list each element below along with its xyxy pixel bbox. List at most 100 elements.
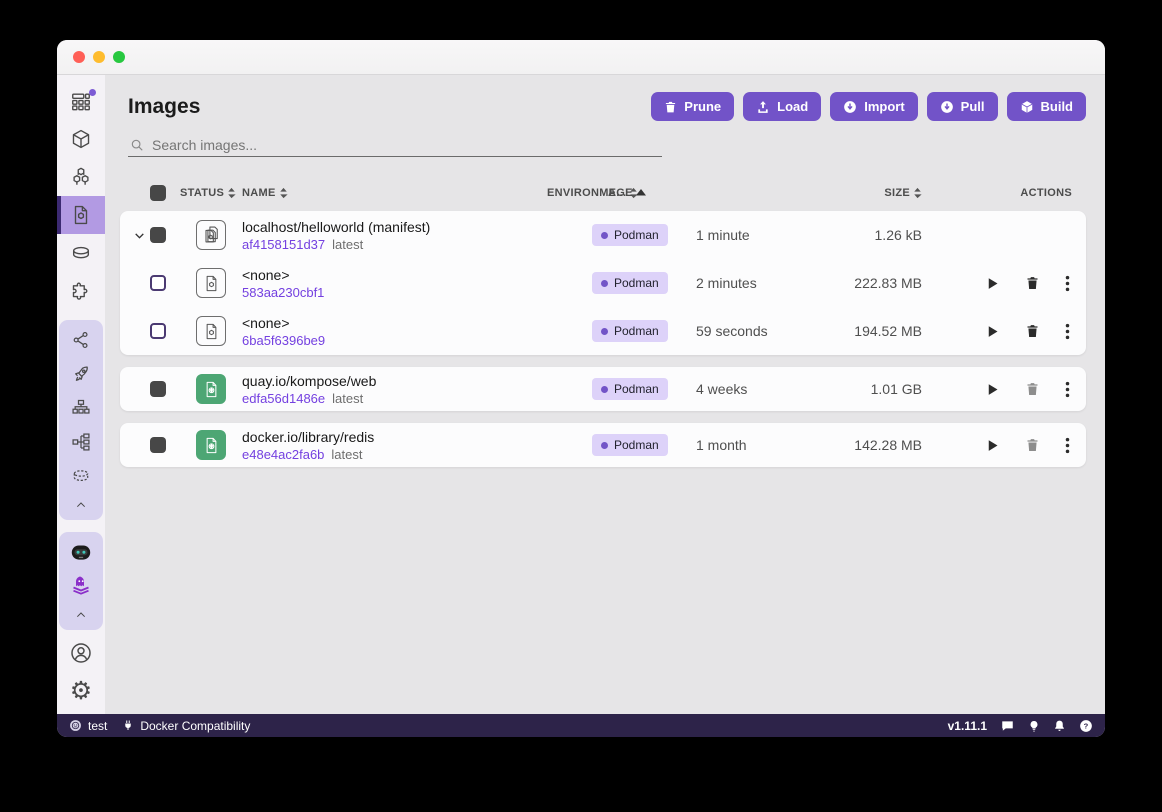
sidebar-item-pods[interactable]: [57, 158, 105, 196]
volume-disk-icon: [70, 242, 92, 264]
svg-text:?: ?: [1084, 721, 1089, 730]
sidebar-item-settings[interactable]: ⚙: [57, 672, 105, 710]
zoom-window-button[interactable]: [113, 51, 125, 63]
row-checkbox[interactable]: [150, 227, 166, 243]
gear-icon: ⚙: [70, 679, 92, 704]
extension-group-kind: [59, 320, 103, 520]
delete-image-button[interactable]: [1025, 275, 1040, 291]
column-header-status[interactable]: STATUS: [180, 187, 224, 199]
sidebar-item-images[interactable]: [57, 196, 105, 234]
podman-dot-icon: [601, 386, 608, 393]
table-row[interactable]: <none> 583aa230cbf1 Podman 2 minutes 222…: [128, 259, 1072, 307]
lightbulb-icon[interactable]: [1028, 719, 1040, 733]
plug-icon: [122, 719, 134, 732]
app-window: ⚙ Images Prune: [57, 40, 1105, 737]
used-image-icon: [196, 374, 226, 404]
docker-compatibility-status[interactable]: Docker Compatibility: [122, 719, 250, 733]
used-image-icon: [196, 430, 226, 460]
sidebar: ⚙: [57, 75, 105, 714]
select-all-checkbox[interactable]: [150, 185, 166, 201]
image-tag: latest: [331, 447, 362, 462]
image-id-link[interactable]: 6ba5f6396be9: [242, 333, 325, 348]
sort-icon[interactable]: [279, 187, 288, 199]
image-file-icon: [70, 204, 92, 226]
close-window-button[interactable]: [73, 51, 85, 63]
column-header-age[interactable]: AGE: [608, 187, 633, 199]
app-version[interactable]: v1.11.1: [948, 719, 987, 733]
run-image-button[interactable]: [985, 276, 1000, 291]
column-header-name[interactable]: NAME: [242, 187, 276, 199]
load-button[interactable]: Load: [743, 92, 821, 121]
sidebar-item-containers[interactable]: [57, 120, 105, 158]
sidebar-item-volumes[interactable]: [57, 234, 105, 272]
sort-ascending-icon[interactable]: [636, 189, 646, 197]
row-checkbox[interactable]: [150, 323, 166, 339]
minimize-window-button[interactable]: [93, 51, 105, 63]
search-bar: [128, 134, 662, 157]
provider-name: test: [88, 719, 107, 733]
run-image-button[interactable]: [985, 324, 1000, 339]
sidebar-item-extensions[interactable]: [57, 272, 105, 310]
page-title: Images: [128, 95, 200, 119]
image-name: <none>: [242, 315, 592, 331]
unused-image-icon: [196, 316, 226, 346]
image-id-link[interactable]: 583aa230cbf1: [242, 285, 324, 300]
more-actions-button[interactable]: [1065, 323, 1070, 340]
row-checkbox[interactable]: [150, 275, 166, 291]
feedback-icon[interactable]: [1000, 719, 1015, 733]
table-row[interactable]: <none> 6ba5f6396be9 Podman 59 seconds 19…: [128, 307, 1072, 355]
column-header-actions: ACTIONS: [1020, 187, 1072, 199]
sidebar-item-rocket[interactable]: [59, 357, 103, 391]
column-header-size[interactable]: SIZE: [884, 187, 910, 199]
rocket-icon: [71, 364, 91, 384]
table-row[interactable]: localhost/helloworld (manifest) af415815…: [128, 211, 1072, 259]
image-id-link[interactable]: e48e4ac2fa6b: [242, 447, 324, 462]
extension-group-ai: [59, 532, 103, 630]
sidebar-item-tree[interactable]: [59, 425, 103, 459]
provider-status[interactable]: test: [69, 719, 107, 733]
row-checkbox[interactable]: [150, 381, 166, 397]
sidebar-item-share[interactable]: [59, 323, 103, 357]
search-input[interactable]: [152, 137, 660, 153]
image-id-link[interactable]: af4158151d37: [242, 237, 325, 252]
image-id-link[interactable]: edfa56d1486e: [242, 391, 325, 406]
sidebar-item-bootc[interactable]: [59, 535, 103, 569]
run-image-button[interactable]: [985, 438, 1000, 453]
environment-badge: Podman: [592, 378, 668, 400]
more-actions-button[interactable]: [1065, 381, 1070, 398]
sort-icon[interactable]: [913, 187, 922, 199]
help-icon[interactable]: ?: [1079, 719, 1093, 733]
sidebar-item-sitemap[interactable]: [59, 391, 103, 425]
image-name: <none>: [242, 267, 592, 283]
sidebar-item-account[interactable]: [57, 634, 105, 672]
sidebar-item-storage[interactable]: [59, 459, 103, 493]
collapse-group-button[interactable]: [59, 603, 103, 627]
notifications-bell-icon[interactable]: [1053, 719, 1066, 733]
row-checkbox[interactable]: [150, 437, 166, 453]
image-name: docker.io/library/redis: [242, 429, 592, 445]
unused-image-icon: [196, 268, 226, 298]
sort-icon[interactable]: [227, 187, 236, 199]
table-row[interactable]: docker.io/library/redis e48e4ac2fa6b lat…: [128, 423, 1072, 467]
pull-button[interactable]: Pull: [927, 92, 998, 121]
docker-compatibility-label: Docker Compatibility: [140, 719, 250, 733]
table-row[interactable]: quay.io/kompose/web edfa56d1486e latest …: [128, 367, 1072, 411]
download-circle-icon: [843, 100, 857, 114]
image-size: 222.83 MB: [826, 275, 922, 291]
import-button[interactable]: Import: [830, 92, 917, 121]
delete-image-button[interactable]: [1025, 323, 1040, 339]
run-image-button[interactable]: [985, 382, 1000, 397]
tree-structure-icon: [71, 432, 91, 452]
more-actions-button[interactable]: [1065, 437, 1070, 454]
prune-button[interactable]: Prune: [651, 92, 734, 121]
sidebar-item-dashboard[interactable]: [57, 82, 105, 120]
container-cube-icon: [70, 128, 92, 150]
sidebar-item-ai-lab[interactable]: [59, 569, 103, 603]
collapse-row-button[interactable]: [128, 229, 150, 242]
build-button[interactable]: Build: [1007, 92, 1087, 121]
image-card: quay.io/kompose/web edfa56d1486e latest …: [120, 367, 1086, 411]
collapse-group-button[interactable]: [59, 493, 103, 517]
image-size: 194.52 MB: [826, 323, 922, 339]
manifest-icon: [196, 220, 226, 250]
more-actions-button[interactable]: [1065, 275, 1070, 292]
